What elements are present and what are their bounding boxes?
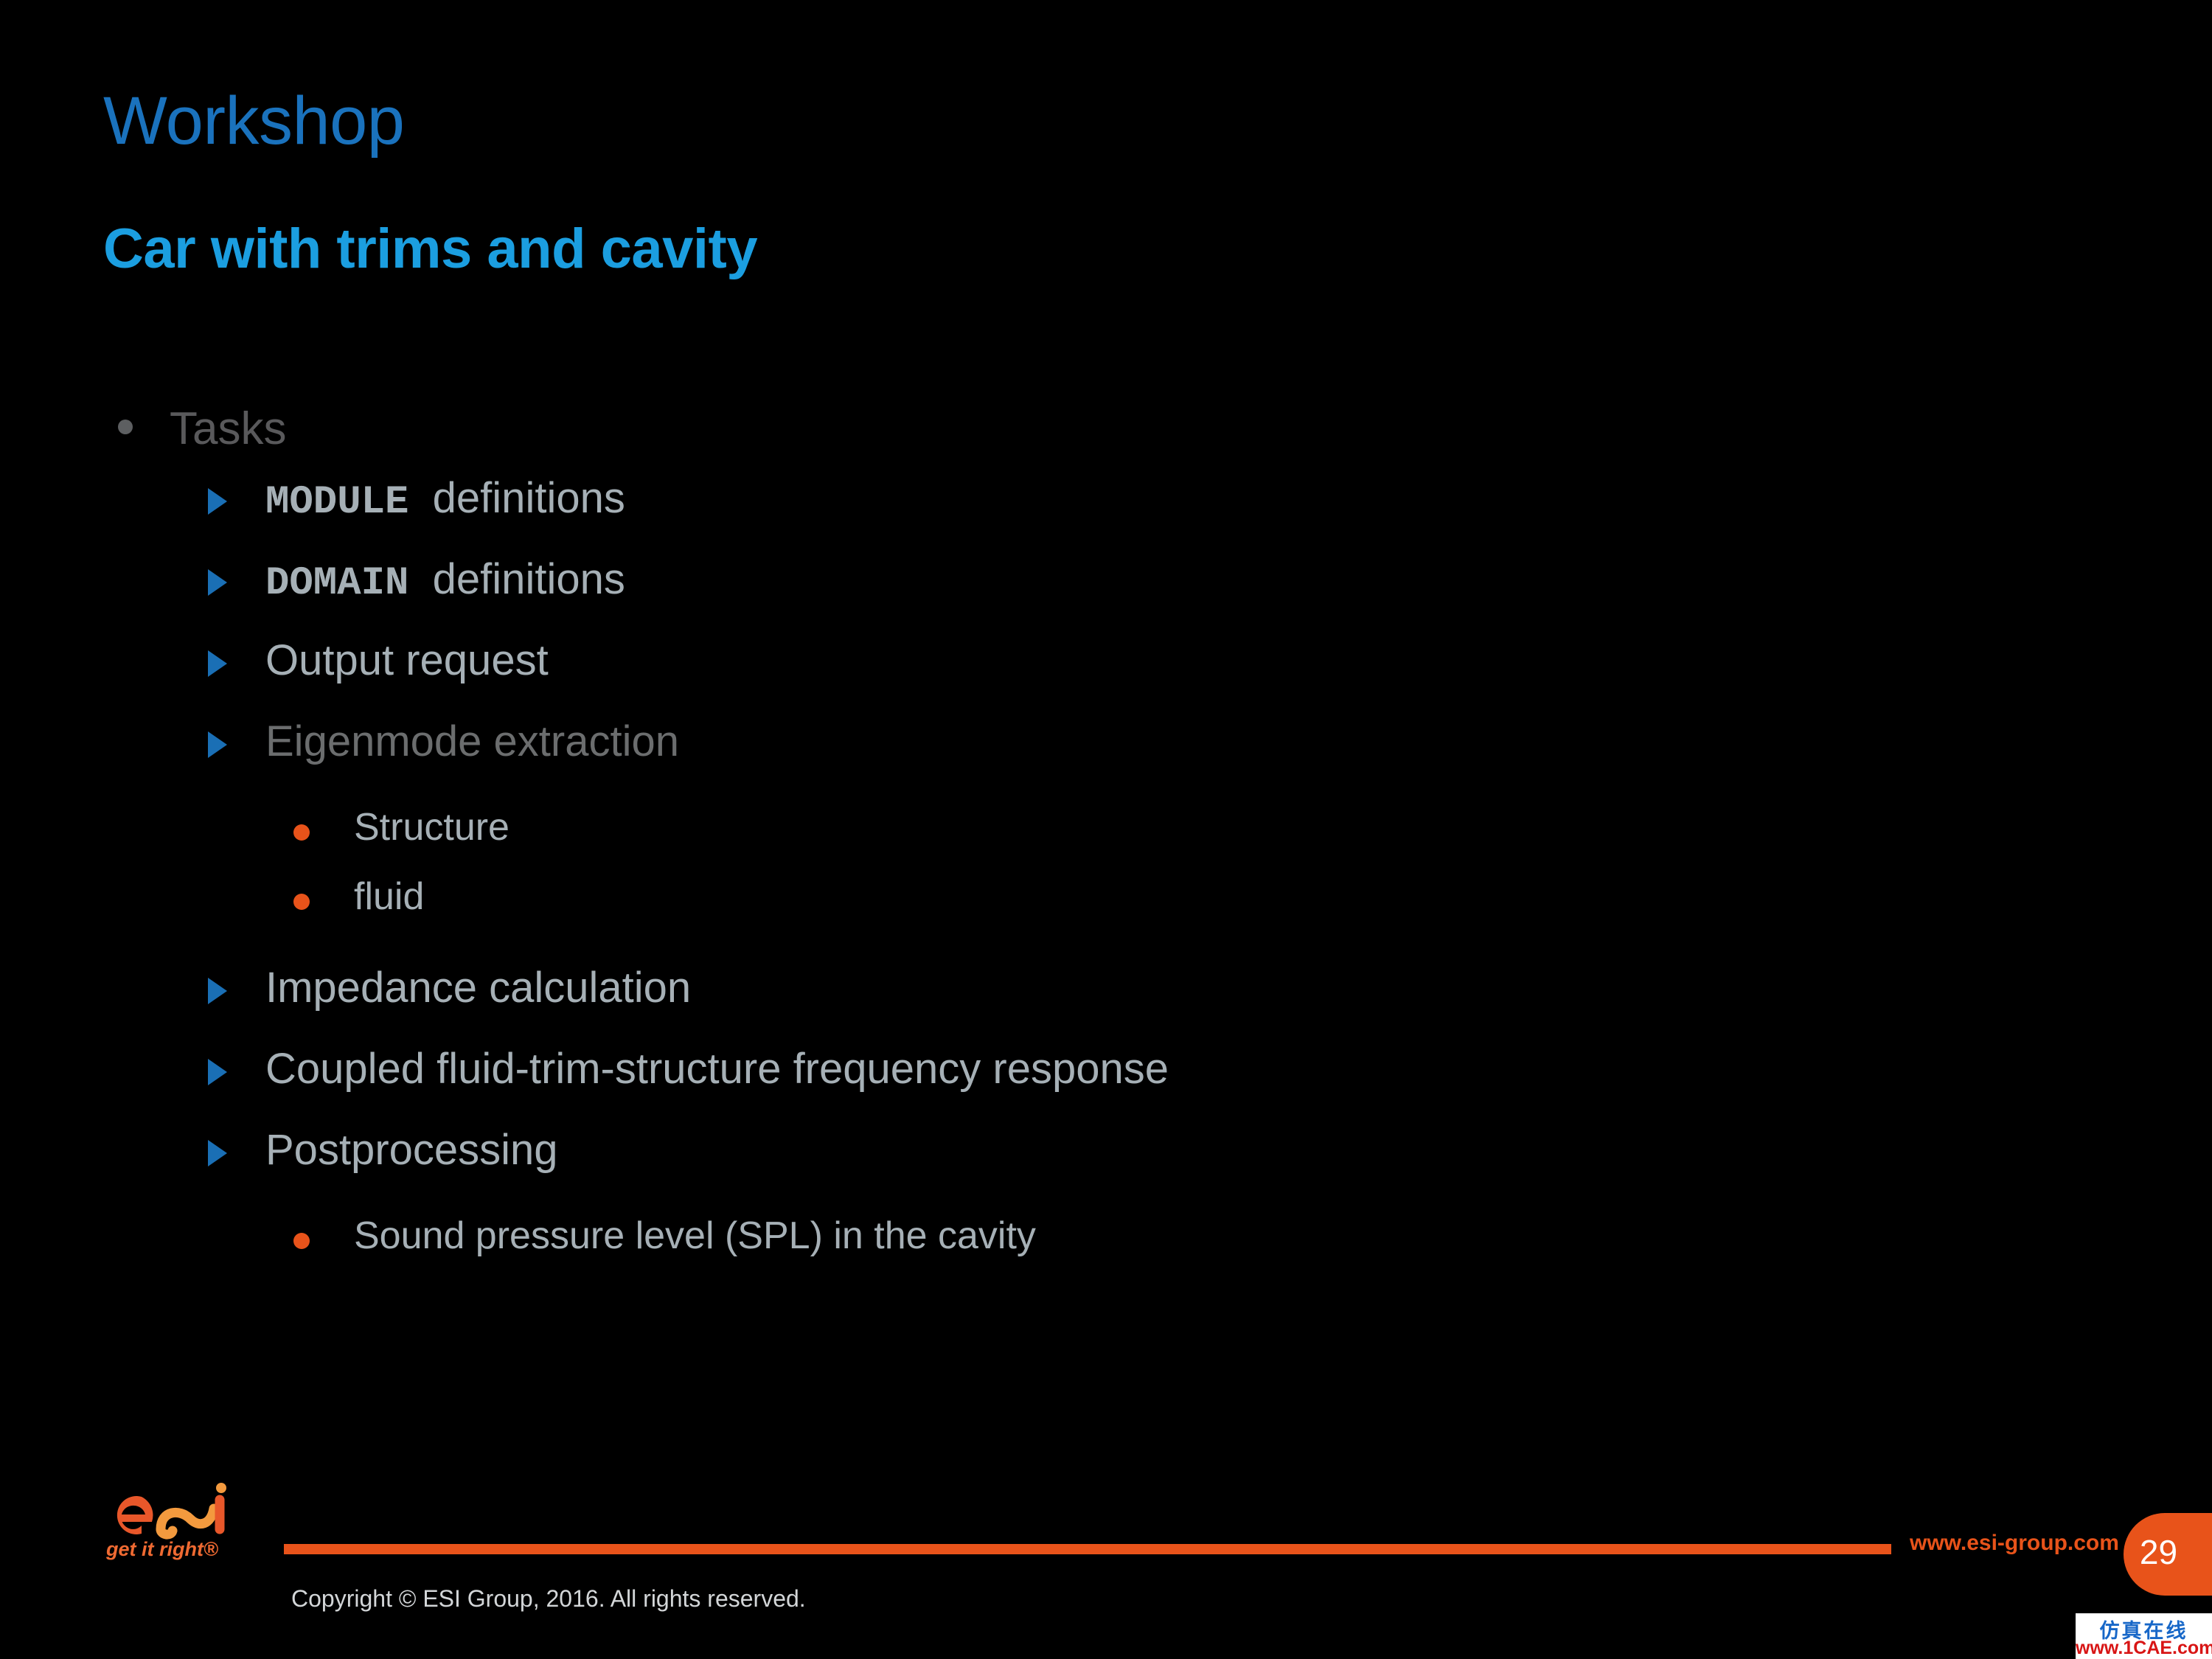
page-number-badge: 29 bbox=[2124, 1513, 2212, 1596]
keyword-token: MODULE bbox=[265, 480, 409, 526]
list-item-tasks: Tasks bbox=[0, 402, 2138, 456]
bullet-arrow-icon bbox=[208, 488, 227, 515]
logo-letter-i-dot bbox=[216, 1483, 226, 1493]
list-item: MODULE definitions bbox=[0, 473, 2138, 541]
logo-tagline: get it right® bbox=[105, 1538, 218, 1560]
keyword-token: DOMAIN bbox=[265, 561, 409, 607]
list-item: Coupled fluid-trim-structure frequency r… bbox=[0, 1044, 2138, 1112]
page-subtitle: Car with trims and cavity bbox=[103, 218, 758, 280]
bullet-arrow-icon bbox=[208, 650, 227, 678]
esi-logo: get it right® bbox=[103, 1476, 262, 1565]
list-item: DOMAIN definitions bbox=[0, 554, 2138, 622]
bullet-arrow-icon bbox=[208, 1059, 227, 1086]
list-item-label: DOMAIN definitions bbox=[265, 554, 625, 608]
list-item-text: definitions bbox=[432, 474, 625, 523]
bullet-arrow-icon bbox=[208, 1140, 227, 1167]
list-item-label: Sound pressure level (SPL) in the cavity bbox=[354, 1214, 1036, 1258]
list-item: Structure bbox=[0, 805, 2138, 864]
copyright-text: Copyright © ESI Group, 2016. All rights … bbox=[291, 1585, 806, 1612]
page-title: Workshop bbox=[103, 83, 405, 159]
logo-swoosh-tail bbox=[156, 1524, 178, 1540]
bullet-arrow-icon bbox=[208, 978, 227, 1005]
list-item: Output request bbox=[0, 636, 2138, 703]
list-item-label: fluid bbox=[354, 875, 425, 919]
footer-url[interactable]: www.esi-group.com bbox=[1910, 1531, 2119, 1556]
logo-letter-e bbox=[116, 1496, 153, 1534]
watermark: 仿真在线 www.1CAE.com bbox=[2076, 1613, 2212, 1659]
task-list: Tasks MODULE definitions DOMAIN definiti… bbox=[0, 402, 2138, 1283]
bullet-dot-icon bbox=[293, 1233, 310, 1250]
list-item-label: Eigenmode extraction bbox=[265, 717, 679, 766]
page-number: 29 bbox=[2139, 1533, 2178, 1571]
bullet-arrow-icon bbox=[208, 569, 227, 597]
bullet-dot-icon bbox=[118, 420, 133, 434]
slide-canvas: Workshop Car with trims and cavity Tasks… bbox=[0, 0, 2212, 1659]
list-item-label: Output request bbox=[265, 636, 549, 685]
list-item-label: MODULE definitions bbox=[265, 473, 625, 526]
list-item: Sound pressure level (SPL) in the cavity bbox=[0, 1214, 2138, 1273]
list-item: fluid bbox=[0, 874, 2138, 933]
list-item: Eigenmode extraction bbox=[0, 717, 2138, 785]
list-item-label: Impedance calculation bbox=[265, 964, 692, 1012]
list-item-label: Tasks bbox=[170, 403, 287, 454]
watermark-url: www.1CAE.com bbox=[2076, 1638, 2212, 1658]
list-item-text: definitions bbox=[432, 555, 625, 604]
footer-divider-bar bbox=[284, 1544, 1891, 1554]
list-item-label: Coupled fluid-trim-structure frequency r… bbox=[265, 1045, 1169, 1093]
list-item: Impedance calculation bbox=[0, 963, 2138, 1031]
bullet-dot-icon bbox=[293, 824, 310, 841]
bullet-arrow-icon bbox=[208, 731, 227, 759]
list-item: Postprocessing bbox=[0, 1125, 2138, 1193]
logo-swoosh bbox=[156, 1503, 219, 1534]
list-item-label: Structure bbox=[354, 806, 509, 849]
list-item-label: Postprocessing bbox=[265, 1126, 558, 1175]
bullet-dot-icon bbox=[293, 894, 310, 911]
